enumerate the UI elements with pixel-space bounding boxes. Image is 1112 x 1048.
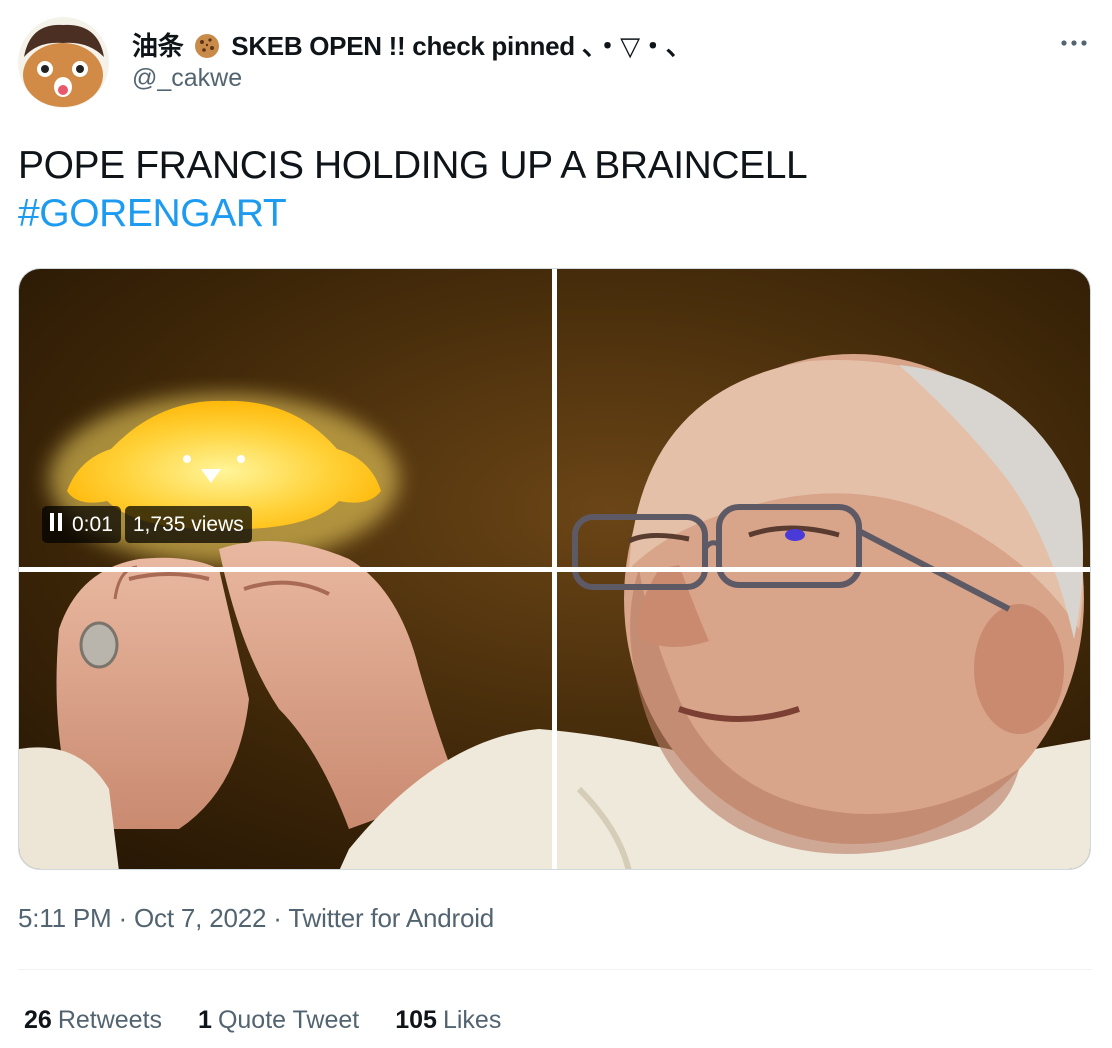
likes-stat[interactable]: 105 Likes (395, 1006, 501, 1035)
retweets-label: Retweets (57, 1006, 163, 1034)
tweet-media-video[interactable] (18, 268, 1091, 870)
author-avatar[interactable] (18, 17, 109, 108)
cookie-icon (194, 33, 220, 66)
quotes-label: Quote Tweet (217, 1006, 360, 1034)
more-options-button[interactable] (1055, 28, 1093, 58)
divider (18, 969, 1092, 970)
tweet-stats: 26 Retweets 1 Quote Tweet 105 Likes (24, 1006, 501, 1035)
tweet-body: POPE FRANCIS HOLDING UP A BRAINCELL (18, 144, 808, 187)
pause-icon[interactable] (50, 506, 64, 543)
view-count-pill: 1,735 views (124, 506, 252, 543)
video-controls: 0:01 1,735 views (42, 506, 252, 543)
video-elapsed-time: 0:01 (72, 513, 113, 536)
likes-label: Likes (442, 1006, 502, 1034)
author-display-name[interactable]: 油条 SKEB OPEN !! check pinned 、・▽・、 (132, 26, 692, 66)
tweet-meta: 5:11 PM · Oct 7, 2022 · Twitter for Andr… (18, 903, 494, 934)
more-dots-icon (1061, 40, 1087, 46)
video-frame-image (19, 269, 1090, 869)
playback-pill[interactable]: 0:01 (42, 506, 121, 543)
quote-tweets-stat[interactable]: 1 Quote Tweet (198, 1006, 359, 1035)
retweets-count: 26 (24, 1006, 52, 1034)
likes-count: 105 (395, 1006, 437, 1034)
retweets-stat[interactable]: 26 Retweets (24, 1006, 162, 1035)
tweet-time[interactable]: 5:11 PM (18, 903, 112, 933)
meta-separator-2: · (273, 903, 282, 933)
video-view-count: 1,735 views (132, 513, 244, 536)
hashtag-link[interactable]: #GORENGART (18, 190, 287, 238)
quotes-count: 1 (198, 1006, 212, 1034)
tweet-text: POPE FRANCIS HOLDING UP A BRAINCELL #GOR… (18, 142, 808, 238)
author-handle[interactable]: @_cakwe (132, 64, 242, 93)
tweet-date[interactable]: Oct 7, 2022 (134, 903, 266, 933)
meta-separator: · (118, 903, 128, 933)
cartoon-face-avatar-icon (18, 17, 109, 108)
tweet-source[interactable]: Twitter for Android (288, 903, 494, 933)
display-name-suffix: SKEB OPEN !! check pinned 、・▽・、 (231, 31, 692, 61)
display-name-prefix: 油条 (132, 31, 184, 61)
